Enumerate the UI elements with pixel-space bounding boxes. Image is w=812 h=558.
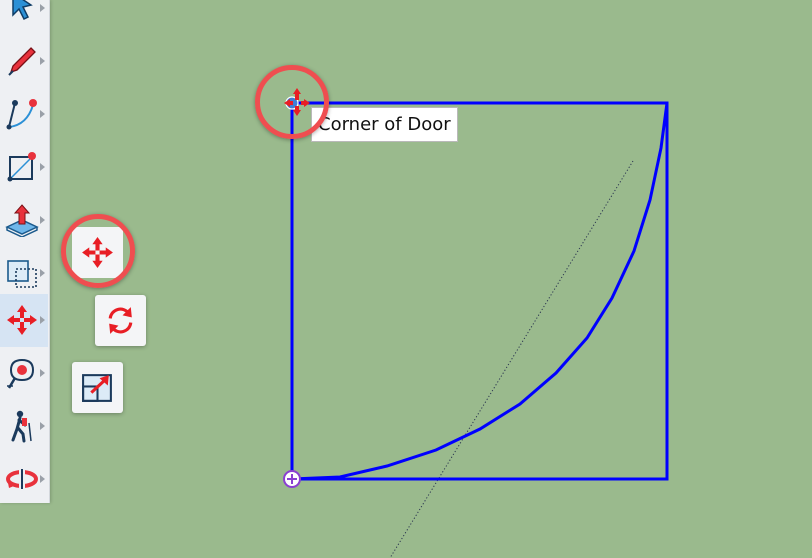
inference-tooltip: Corner of Door	[311, 107, 458, 142]
cursor-highlight-ring	[255, 65, 329, 139]
inference-guide-line	[389, 160, 634, 558]
door-outline-rectangle	[290, 101, 669, 481]
endpoint-marker-icon[interactable]	[283, 470, 301, 488]
door-swing-arc	[291, 102, 669, 481]
drawing-canvas[interactable]	[0, 0, 812, 558]
